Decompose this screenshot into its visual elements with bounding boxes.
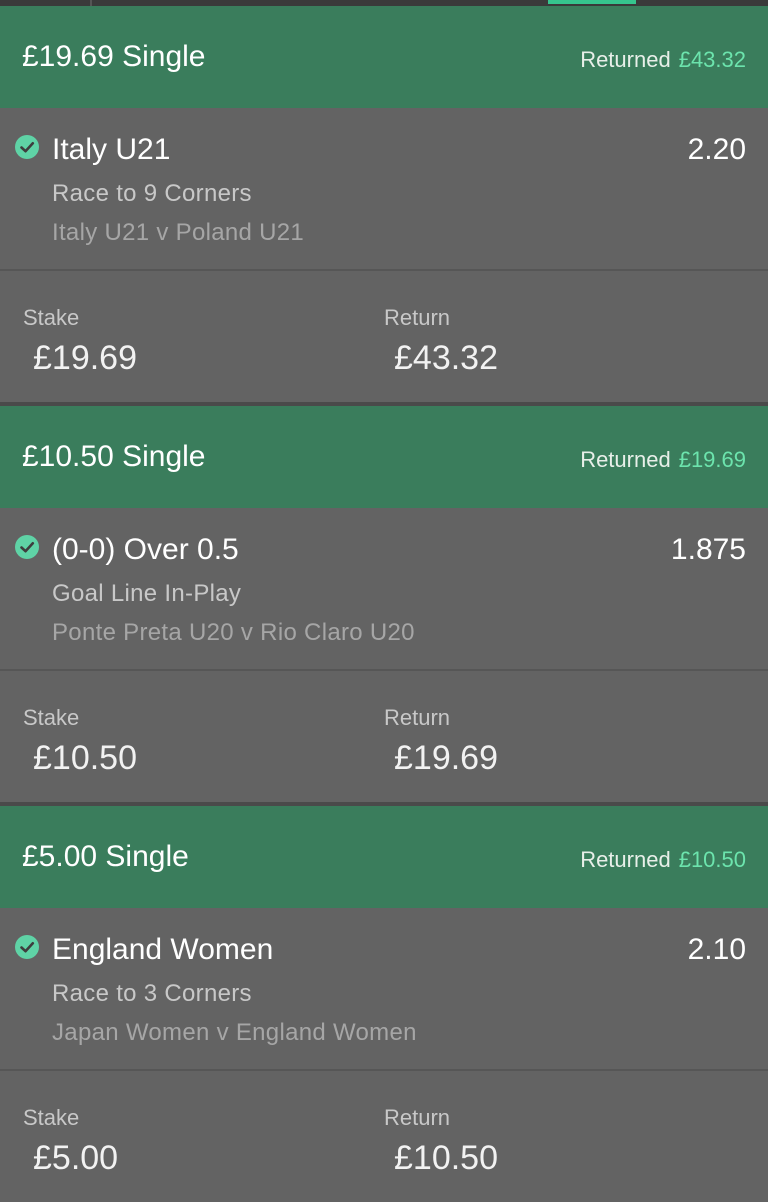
selection-details: Italy U21 2.20 Race to 9 Corners Italy U…	[0, 108, 768, 269]
active-tab-indicator	[548, 0, 636, 4]
stake-return-row: Stake £10.50 Return £19.69	[0, 671, 768, 802]
stake-value: £10.50	[33, 739, 137, 777]
returned-amount: £43.32	[678, 47, 746, 72]
returned-label: Returned	[580, 847, 671, 872]
bet-header[interactable]: £5.00 Single Returned £10.50	[0, 806, 768, 908]
selection-details: England Women 2.10 Race to 3 Corners Jap…	[0, 908, 768, 1069]
returned-amount: £10.50	[678, 847, 746, 872]
stake-label: Stake	[23, 705, 80, 730]
stake-value: £5.00	[33, 1139, 119, 1177]
returned-summary: Returned £19.69	[580, 445, 746, 475]
check-circle-icon	[15, 535, 39, 559]
selection-name: England Women	[52, 933, 274, 966]
bet-card[interactable]: £5.00 Single Returned £10.50 England Wome…	[0, 806, 768, 1202]
return-value: £10.50	[394, 1139, 498, 1177]
event-name: Italy U21 v Poland U21	[52, 219, 305, 246]
returned-amount: £19.69	[678, 447, 746, 472]
returned-label: Returned	[580, 447, 671, 472]
return-value: £19.69	[394, 739, 498, 777]
bet-header[interactable]: £10.50 Single Returned £19.69	[0, 406, 768, 508]
return-label: Return	[384, 305, 451, 330]
market-name: Race to 9 Corners	[52, 180, 252, 207]
odds: 2.10	[687, 933, 746, 966]
selection-name: Italy U21	[52, 133, 171, 166]
event-name: Ponte Preta U20 v Rio Claro U20	[52, 619, 415, 646]
returned-summary: Returned £43.32	[580, 45, 746, 75]
odds: 1.875	[670, 533, 746, 566]
selection-name: (0-0) Over 0.5	[52, 533, 239, 566]
return-label: Return	[384, 705, 451, 730]
bet-card[interactable]: £10.50 Single Returned £19.69 (0-0) Over …	[0, 406, 768, 802]
returned-summary: Returned £10.50	[580, 845, 746, 875]
stake-label: Stake	[23, 305, 80, 330]
market-name: Race to 3 Corners	[52, 980, 252, 1007]
bet-title: £19.69 Single	[22, 40, 206, 73]
check-circle-icon	[15, 935, 39, 959]
market-name: Goal Line In-Play	[52, 580, 242, 607]
check-circle-icon	[15, 135, 39, 159]
bet-header[interactable]: £19.69 Single Returned £43.32	[0, 6, 768, 108]
stake-label: Stake	[23, 1105, 80, 1130]
stake-return-row: Stake £19.69 Return £43.32	[0, 271, 768, 402]
return-value: £43.32	[394, 339, 498, 377]
returned-label: Returned	[580, 47, 671, 72]
odds: 2.20	[687, 133, 746, 166]
bet-card[interactable]: £19.69 Single Returned £43.32 Italy U21 2…	[0, 6, 768, 402]
return-label: Return	[384, 1105, 451, 1130]
stake-value: £19.69	[33, 339, 137, 377]
selection-details: (0-0) Over 0.5 1.875 Goal Line In-Play P…	[0, 508, 768, 669]
event-name: Japan Women v England Women	[52, 1019, 417, 1046]
stake-return-row: Stake £5.00 Return £10.50	[0, 1071, 768, 1202]
bet-title: £5.00 Single	[22, 840, 189, 873]
bet-title: £10.50 Single	[22, 440, 206, 473]
